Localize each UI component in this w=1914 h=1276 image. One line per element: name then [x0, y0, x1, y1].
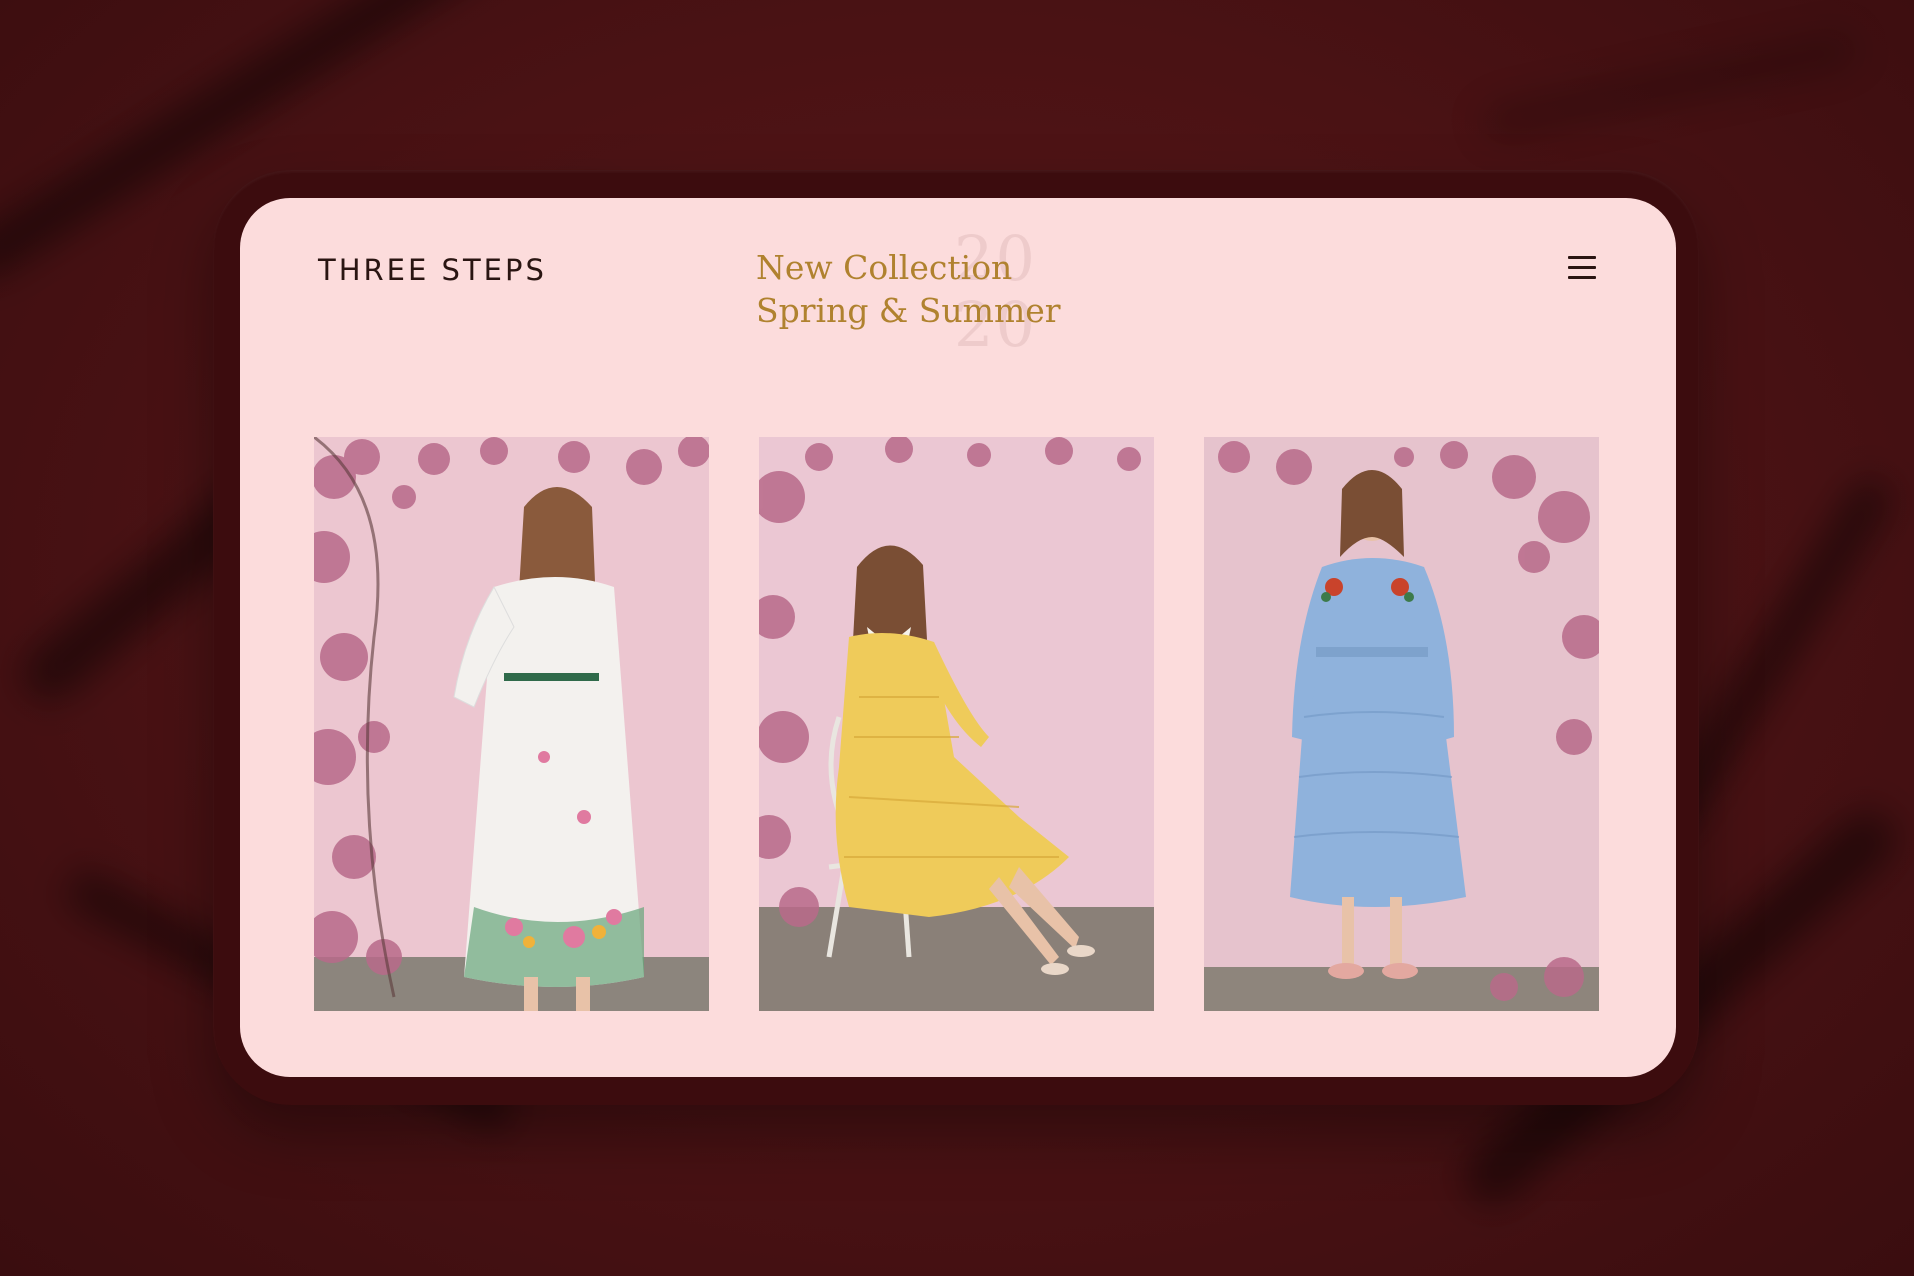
brand-logo[interactable]: THREE STEPS	[318, 253, 547, 287]
menu-bar	[1568, 266, 1596, 269]
product-gallery	[314, 437, 1599, 1011]
headline-line-1: New Collection	[756, 248, 1013, 287]
product-photo-white-dress[interactable]	[314, 437, 709, 1011]
website-screen: THREE STEPS 20 20 New Collection Spring …	[240, 198, 1676, 1077]
menu-bar	[1568, 256, 1596, 259]
blue-dress-illustration	[1204, 437, 1599, 1011]
hero-headline: New Collection Spring & Summer	[756, 246, 1061, 332]
white-dress-illustration	[314, 437, 709, 1011]
yellow-dress-illustration	[759, 437, 1154, 1011]
menu-bar	[1568, 276, 1596, 279]
headline-line-2: Spring & Summer	[756, 291, 1061, 330]
product-photo-yellow-dress[interactable]	[759, 437, 1154, 1011]
hamburger-menu-icon[interactable]	[1568, 256, 1596, 280]
product-photo-blue-dress[interactable]	[1204, 437, 1599, 1011]
shadow-decoration	[1480, 30, 1860, 142]
